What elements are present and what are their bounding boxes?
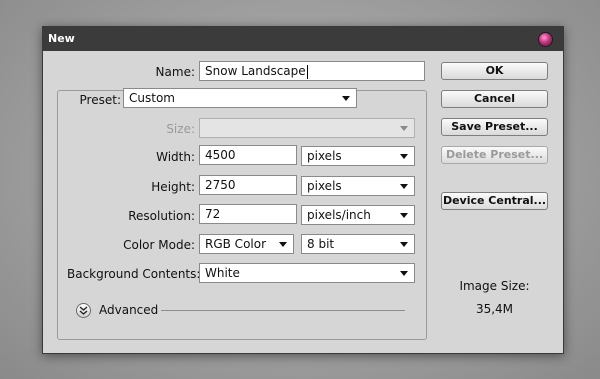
resolution-unit-select[interactable]: pixels/inch [301,205,415,225]
save-preset-button[interactable]: Save Preset... [441,118,548,136]
device-central-button[interactable]: Device Central... [441,192,548,210]
background-contents-label: Background Contents: [67,267,201,281]
window-title: New [48,32,75,45]
cancel-button[interactable]: Cancel [441,90,548,108]
close-icon[interactable] [538,32,553,47]
image-size-value: 35,4M [475,302,514,316]
resolution-label: Resolution: [128,209,195,223]
width-unit-select[interactable]: pixels [301,146,415,166]
advanced-divider [161,310,405,311]
new-document-dialog: New Name: Snow Landscape Preset: Custom … [42,26,564,354]
size-label: Size: [166,122,195,136]
width-label: Width: [156,150,195,164]
preset-label: Preset: [79,93,123,107]
delete-preset-button: Delete Preset... [441,146,548,164]
advanced-expand-button[interactable] [76,303,91,318]
chevron-double-down-icon [79,306,88,315]
advanced-label: Advanced [99,303,159,317]
height-label: Height: [151,180,195,194]
name-label: Name: [155,65,195,79]
text-cursor [306,64,308,79]
ok-button[interactable]: OK [441,62,548,80]
height-unit-select[interactable]: pixels [301,176,415,196]
name-input[interactable]: Snow Landscape [199,61,425,81]
width-input[interactable]: 4500 [199,145,297,165]
bit-depth-select[interactable]: 8 bit [301,234,415,254]
size-select [199,118,415,138]
title-bar[interactable]: New [43,27,563,51]
image-size-label: Image Size: [459,279,530,293]
resolution-input[interactable]: 72 [199,204,297,224]
color-mode-select[interactable]: RGB Color [199,234,294,254]
background-contents-select[interactable]: White [199,263,415,283]
preset-select[interactable]: Custom [123,88,357,108]
color-mode-label: Color Mode: [123,238,195,252]
height-input[interactable]: 2750 [199,175,297,195]
